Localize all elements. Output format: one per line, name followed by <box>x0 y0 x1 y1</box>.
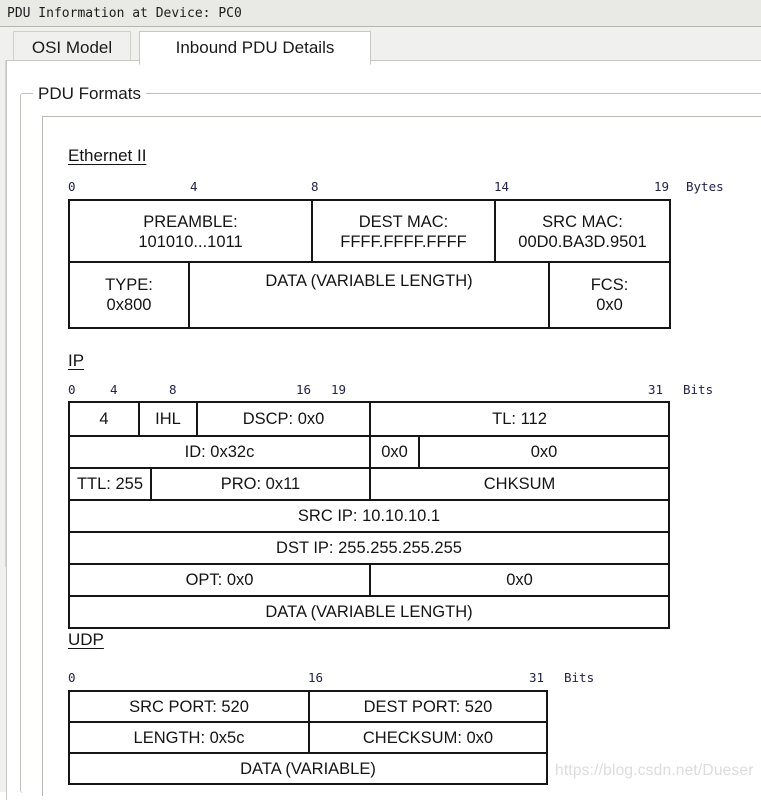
ruler-unit-ip: Bits <box>683 382 714 397</box>
udp-header-table: SRC PORT: 520 DEST PORT: 520 LENGTH: 0x5… <box>68 690 548 785</box>
ruler-unit-udp: Bits <box>564 670 595 685</box>
table-row: DATA (VARIABLE) <box>68 752 548 785</box>
watermark: https://blog.csdn.net/Dueser <box>555 762 754 779</box>
ruler-udp: 0 16 31 Bits <box>68 669 628 689</box>
ruler-tick-udp-31: 31 <box>529 670 545 685</box>
cell-eth-data: DATA (VARIABLE LENGTH) <box>188 261 550 329</box>
ruler-tick-ip-19: 19 <box>331 382 347 397</box>
cell-udp-length: LENGTH: 0x5c <box>68 721 310 754</box>
ethernet-frame-table-row2: TYPE: 0x800 DATA (VARIABLE LENGTH) FCS: … <box>68 261 671 329</box>
ruler-tick-ip-4: 4 <box>110 382 118 397</box>
ruler-tick-ip-16: 16 <box>296 382 312 397</box>
panel-left-gutter <box>0 60 6 567</box>
ruler-tick-ip-0: 0 <box>68 382 76 397</box>
cell-ip-protocol: PRO: 0x11 <box>150 467 371 501</box>
ruler-tick-eth-19: 19 <box>654 179 670 194</box>
pdu-formats-label: PDU Formats <box>33 84 146 104</box>
cell-fcs-label: FCS: <box>590 276 629 294</box>
cell-type: TYPE: 0x800 <box>68 261 190 329</box>
table-row: LENGTH: 0x5c CHECKSUM: 0x0 <box>68 721 548 754</box>
cell-ip-frag-offset: 0x0 <box>417 435 671 469</box>
table-row: ID: 0x32c 0x0 0x0 <box>68 435 671 469</box>
cell-src-mac-label: SRC MAC: <box>542 213 623 231</box>
cell-src-mac-value: 00D0.BA3D.9501 <box>518 233 647 251</box>
cell-udp-checksum: CHECKSUM: 0x0 <box>308 721 548 754</box>
cell-src-mac: SRC MAC: 00D0.BA3D.9501 <box>494 199 671 265</box>
table-row: OPT: 0x0 0x0 <box>68 563 671 597</box>
ruler-unit-ethernet: Bytes <box>686 179 724 194</box>
window-titlebar: PDU Information at Device: PC0 <box>0 0 761 27</box>
cell-preamble: PREAMBLE: 101010...1011 <box>68 199 313 265</box>
cell-ip-version: 4 <box>68 401 140 437</box>
table-row: SRC IP: 10.10.10.1 <box>67 499 671 533</box>
ruler-tick-ip-8: 8 <box>169 382 177 397</box>
window-title: PDU Information at Device: PC0 <box>7 6 242 21</box>
cell-ip-options: OPT: 0x0 <box>68 563 371 597</box>
cell-dest-mac: DEST MAC: FFFF.FFFF.FFFF <box>311 199 496 265</box>
ruler-tick-eth-4: 4 <box>190 179 198 194</box>
cell-ip-dscp: DSCP: 0x0 <box>196 401 371 437</box>
ruler-tick-eth-8: 8 <box>311 179 319 194</box>
cell-dest-mac-label: DEST MAC: <box>358 213 449 231</box>
cell-ip-ihl: IHL <box>138 401 198 437</box>
cell-type-value: 0x800 <box>106 296 152 314</box>
cell-dest-mac-value: FFFF.FFFF.FFFF <box>340 233 467 251</box>
ruler-tick-udp-16: 16 <box>308 670 324 685</box>
cell-ip-src: SRC IP: 10.10.10.1 <box>67 499 671 533</box>
cell-ip-ttl: TTL: 255 <box>68 467 152 501</box>
cell-ip-dst: DST IP: 255.255.255.255 <box>67 531 671 565</box>
cell-fcs: FCS: 0x0 <box>548 261 671 329</box>
cell-preamble-value: 101010...1011 <box>138 233 243 251</box>
cell-ip-flags: 0x0 <box>369 435 420 469</box>
ruler-ethernet: 0 4 8 14 19 Bytes <box>68 178 724 198</box>
cell-udp-dest-port: DEST PORT: 520 <box>308 690 548 723</box>
cell-type-label: TYPE: <box>105 276 153 294</box>
tab-inbound-pdu-details[interactable]: Inbound PDU Details <box>139 31 371 65</box>
table-row: SRC PORT: 520 DEST PORT: 520 <box>68 690 548 723</box>
cell-fcs-value: 0x0 <box>596 296 623 314</box>
cell-preamble-label: PREAMBLE: <box>143 213 238 231</box>
cell-ip-id: ID: 0x32c <box>68 435 371 469</box>
table-row: PREAMBLE: 101010...1011 DEST MAC: FFFF.F… <box>68 199 671 265</box>
section-title-ip: IP <box>68 351 85 370</box>
ip-header-table: 4 IHL DSCP: 0x0 TL: 112 ID: 0x32c 0x0 0x… <box>67 401 671 629</box>
ruler-tick-udp-0: 0 <box>68 670 76 685</box>
cell-ip-total-length: TL: 112 <box>368 401 671 437</box>
table-row: TTL: 255 PRO: 0x11 CHKSUM <box>68 467 671 501</box>
cell-ip-checksum: CHKSUM <box>368 467 671 501</box>
tab-osi-model-label: OSI Model <box>31 38 113 57</box>
table-row: DST IP: 255.255.255.255 <box>67 531 671 565</box>
ruler-tick-ip-31: 31 <box>648 382 664 397</box>
pdu-information-window: PDU Information at Device: PC0 OSI Model… <box>0 0 761 800</box>
cell-eth-data-label: DATA (VARIABLE LENGTH) <box>265 272 473 290</box>
section-title-udp: UDP <box>68 630 104 649</box>
section-title-ethernet: Ethernet II <box>68 146 147 165</box>
table-row: 4 IHL DSCP: 0x0 TL: 112 <box>68 401 671 437</box>
ethernet-frame-table: PREAMBLE: 101010...1011 DEST MAC: FFFF.F… <box>68 199 671 265</box>
tab-inbound-pdu-details-label: Inbound PDU Details <box>175 38 335 57</box>
table-row: TYPE: 0x800 DATA (VARIABLE LENGTH) FCS: … <box>68 261 671 329</box>
cell-udp-src-port: SRC PORT: 520 <box>68 690 310 723</box>
cell-ip-padding: 0x0 <box>368 563 671 597</box>
ruler-tick-eth-14: 14 <box>494 179 510 194</box>
cell-ip-data: DATA (VARIABLE LENGTH) <box>67 595 671 629</box>
ruler-tick-eth-0: 0 <box>68 179 76 194</box>
ruler-ip: 0 4 8 16 19 31 Bits <box>68 381 728 401</box>
table-row: DATA (VARIABLE LENGTH) <box>67 595 671 629</box>
cell-udp-data: DATA (VARIABLE) <box>68 752 548 785</box>
